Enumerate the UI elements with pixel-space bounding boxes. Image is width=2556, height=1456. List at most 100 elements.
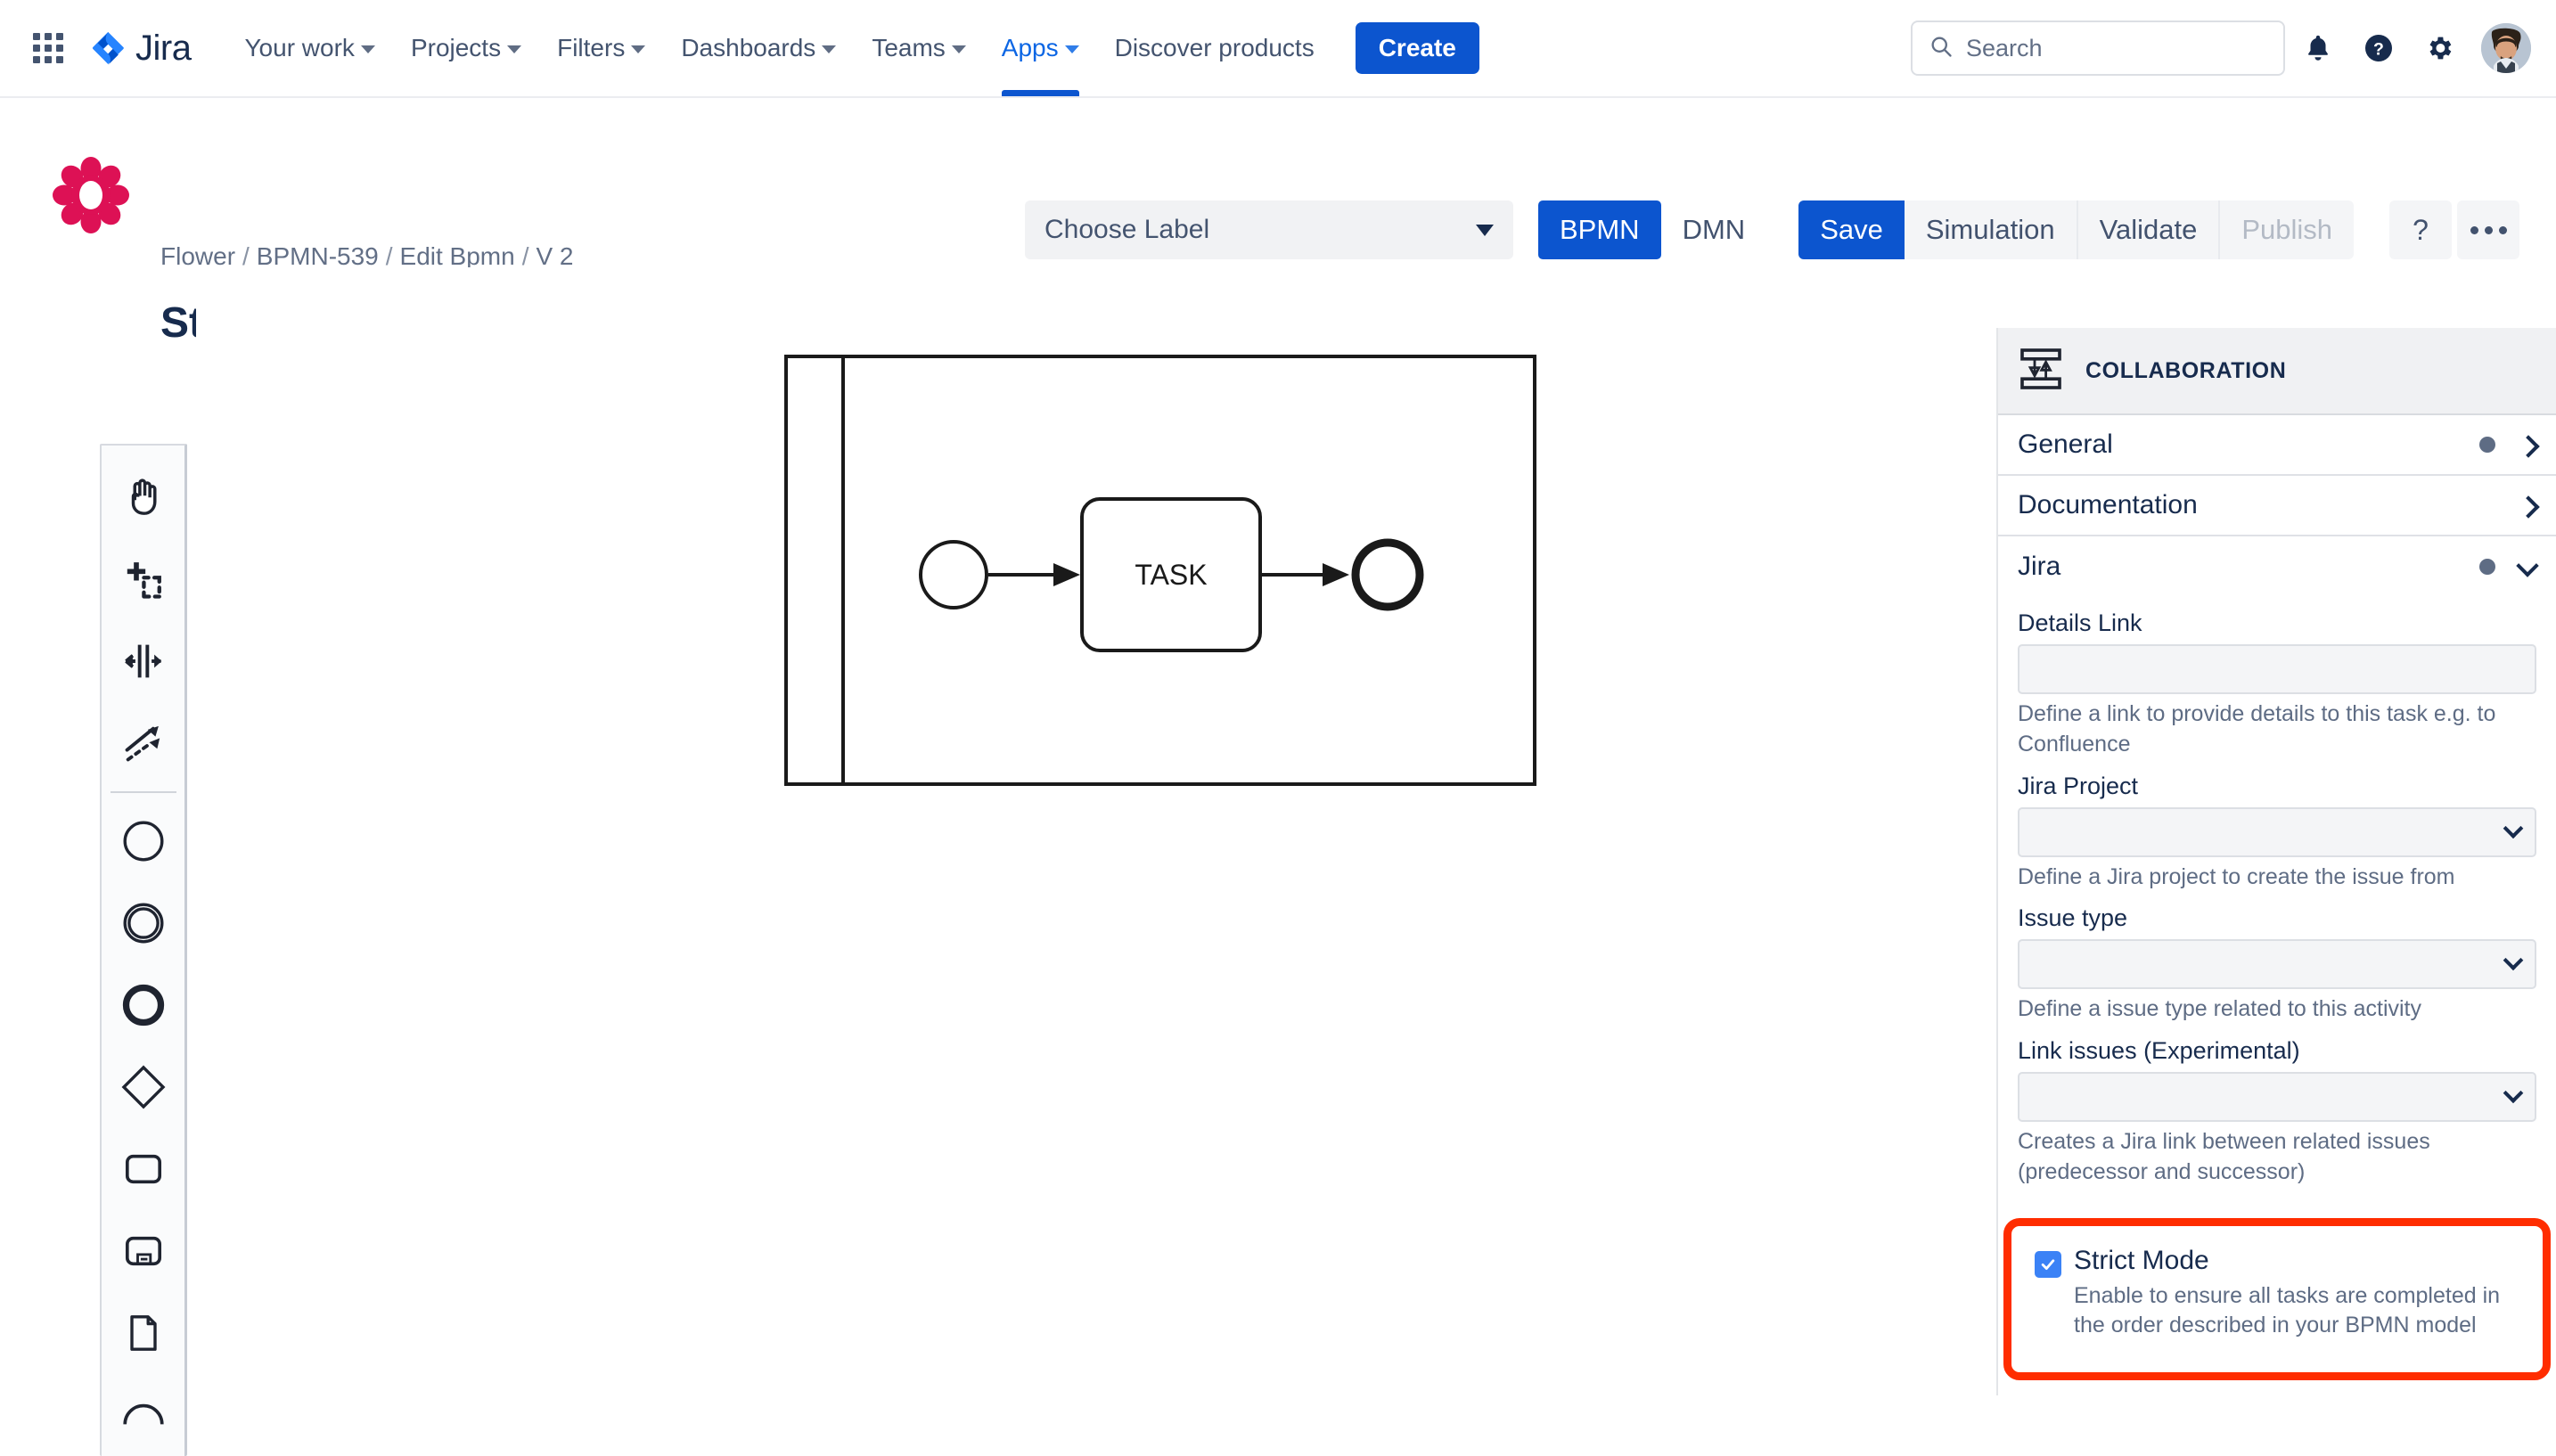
nav-item-filters[interactable]: Filters [539,0,663,96]
link-issues-select[interactable] [2018,1072,2536,1122]
properties-panel-title: COLLABORATION [2085,357,2287,383]
task-icon[interactable] [101,1128,186,1210]
chevron-down-icon [2503,950,2524,971]
jira-wordmark: Jira [135,28,192,68]
more-options-icon[interactable] [2457,200,2520,259]
toolbar-utility-buttons: ? [2389,200,2520,259]
panel-group-documentation[interactable]: Documentation [1998,476,2556,536]
start-event-icon[interactable] [101,800,186,882]
nav-item-your-work[interactable]: Your work [226,0,392,96]
simulation-button[interactable]: Simulation [1905,200,2078,259]
svg-text:?: ? [2373,40,2384,60]
top-navigation-bar: Jira Your work Projects Filters Dashboar… [0,0,2556,98]
nav-item-projects[interactable]: Projects [393,0,539,96]
editor-toolbar: Choose Label BPMN DMN Save Simulation Va… [1025,200,2520,259]
nav-item-discover-products[interactable]: Discover products [1097,0,1332,96]
jira-project-help: Define a Jira project to create the issu… [2018,863,2455,889]
nav-item-dashboards[interactable]: Dashboards [663,0,854,96]
hand-tool-icon[interactable] [101,456,186,538]
strict-mode-description: Enable to ensure all tasks are completed… [2074,1283,2501,1337]
jira-logo-icon [87,28,128,69]
nav-label: Teams [872,34,946,61]
strict-mode-field: Strict Mode Enable to ensure all tasks a… [2011,1226,2543,1340]
publish-button: Publish [2220,200,2354,259]
palette-divider [110,791,176,793]
chevron-down-icon [2519,558,2536,576]
chevron-down-icon [1476,224,1494,236]
jira-project-label: Jira Project [2018,772,2139,799]
intermediate-event-icon[interactable] [101,882,186,964]
strict-mode-label: Strict Mode [2074,1246,2209,1275]
lasso-tool-icon[interactable] [101,538,186,620]
strict-mode-highlight: Strict Mode Enable to ensure all tasks a… [2003,1218,2551,1380]
nav-label: Dashboards [681,34,816,61]
bpmn-tab-button[interactable]: BPMN [1538,200,1661,259]
details-link-help: Define a link to provide details to this… [2018,701,2496,757]
notifications-bell-icon[interactable] [2290,20,2346,76]
chevron-down-icon [951,45,966,53]
chevron-down-icon [1064,45,1079,53]
chevron-down-icon [507,45,522,53]
search-icon [1929,34,1954,63]
user-avatar[interactable] [2481,23,2531,73]
bpmn-canvas[interactable]: TASK [196,267,1970,1395]
create-button[interactable]: Create [1355,22,1479,74]
jira-fields: Details Link Define a link to provide de… [1998,609,2556,1188]
issue-type-help: Define a issue type related to this acti… [2018,996,2422,1022]
bpmn-start-event [919,540,988,609]
jira-home-logo[interactable]: Jira [87,28,192,69]
collaboration-icon [2016,344,2066,398]
gateway-icon[interactable] [101,1046,186,1128]
panel-group-jira[interactable]: Jira [1998,536,2556,597]
help-question-icon[interactable]: ? [2351,20,2406,76]
app-switcher-icon[interactable] [29,29,68,68]
data-object-icon[interactable] [101,1292,186,1374]
nav-right-cluster: Search ? [1911,20,2531,76]
chevron-down-icon [822,45,837,53]
bpmn-diagram: TASK [766,339,1551,806]
group-status-dot [2479,559,2495,575]
dmn-tab-button[interactable]: DMN [1661,200,1767,259]
settings-gear-icon[interactable] [2412,20,2467,76]
chevron-right-icon [2519,436,2536,454]
validate-button[interactable]: Validate [2078,200,2221,259]
chevron-down-icon [360,45,375,53]
help-question-button[interactable]: ? [2389,200,2453,259]
details-link-input[interactable] [2018,644,2536,694]
nav-item-apps[interactable]: Apps [984,0,1097,96]
issue-type-label: Issue type [2018,904,2128,932]
primary-nav-items: Your work Projects Filters Dashboards Te… [226,0,1479,96]
choose-label-value: Choose Label [1045,215,1210,244]
link-issues-label: Link issues (Experimental) [2018,1037,2300,1064]
subprocess-icon[interactable] [101,1210,186,1292]
flower-logo-icon [52,156,130,234]
pool-icon[interactable] [101,1374,186,1456]
strict-mode-checkbox[interactable] [2035,1251,2061,1278]
jira-project-select[interactable] [2018,806,2536,857]
nav-label: Apps [1001,34,1059,61]
end-event-icon[interactable] [101,964,186,1046]
panel-group-general[interactable]: General [1998,415,2556,476]
chevron-right-icon [2519,496,2536,514]
notation-toggle-group: BPMN DMN [1538,200,1766,259]
nav-label: Filters [557,34,626,61]
choose-label-select[interactable]: Choose Label [1025,200,1513,259]
save-button[interactable]: Save [1798,200,1905,259]
bpmn-end-event [1351,538,1424,611]
chevron-down-icon [631,45,646,53]
bpmn-task: TASK [1080,497,1262,652]
search-input[interactable]: Search [1911,20,2285,76]
nav-item-teams[interactable]: Teams [854,0,983,96]
issue-type-select[interactable] [2018,939,2536,990]
nav-label: Your work [244,34,355,61]
group-label: Documentation [2018,490,2198,519]
nav-label: Projects [410,34,502,61]
bpmn-palette [100,444,187,1456]
space-tool-icon[interactable] [101,620,186,702]
global-connect-tool-icon[interactable] [101,702,186,784]
chevron-down-icon [2503,1083,2524,1104]
nav-label: Discover products [1114,34,1315,61]
chevron-down-icon [2503,817,2524,838]
properties-panel-header: COLLABORATION [1998,328,2556,415]
search-placeholder: Search [1966,34,2043,61]
